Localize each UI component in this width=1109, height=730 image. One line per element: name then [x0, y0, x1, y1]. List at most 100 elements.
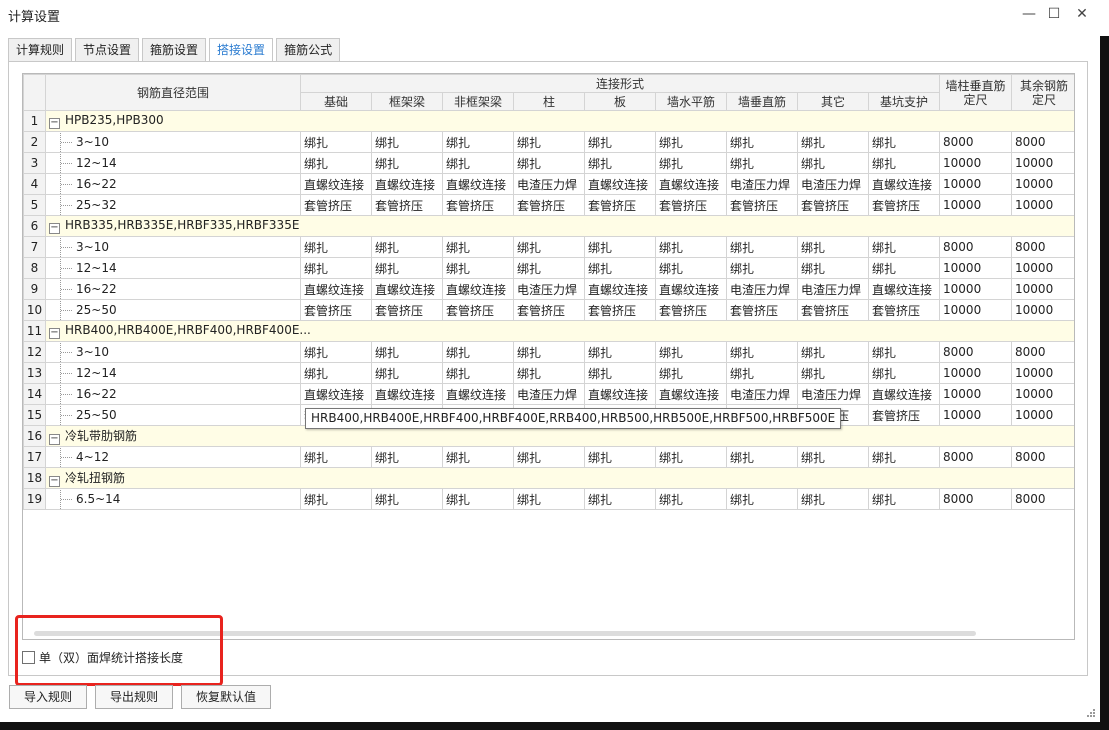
other-length-cell[interactable]: 10000 [1011, 194, 1074, 216]
table-row[interactable]: 12 3~10 绑扎 绑扎 绑扎 绑扎 绑扎 绑扎 绑扎 绑扎 绑扎 8000 8000 [23, 341, 1074, 363]
group-row[interactable]: 1− HPB235,HPB300 [23, 110, 1074, 132]
connection-cell[interactable]: 套管挤压 [867, 299, 941, 321]
connection-cell[interactable]: 绑扎 [442, 257, 514, 279]
connection-cell[interactable]: 电渣压力焊 [726, 278, 798, 300]
connection-cell[interactable]: 绑扎 [655, 488, 727, 510]
group-row[interactable]: 6− HRB335,HRB335E,HRBF335,HRBF335E [23, 215, 1074, 237]
connection-cell[interactable]: 电渣压力焊 [513, 173, 585, 195]
connection-cell[interactable]: 直螺纹连接 [867, 173, 941, 195]
connection-cell[interactable]: 绑扎 [655, 362, 727, 384]
wall-length-cell[interactable]: 8000 [939, 488, 1013, 510]
group-cell[interactable]: − HRB335,HRB335E,HRBF335,HRBF335E [44, 215, 1074, 237]
group-cell[interactable]: − HRB400,HRB400E,HRBF400,HRBF400E... [44, 320, 1074, 342]
connection-cell[interactable]: 绑扎 [867, 131, 941, 153]
close-icon[interactable]: ✕ [1071, 4, 1093, 24]
connection-cell[interactable]: 绑扎 [655, 131, 727, 153]
connection-cell[interactable]: 绑扎 [726, 152, 798, 174]
collapse-icon[interactable]: − [49, 223, 60, 234]
wall-length-cell[interactable]: 8000 [939, 131, 1013, 153]
connection-cell[interactable]: 直螺纹连接 [300, 383, 372, 405]
connection-cell[interactable]: 绑扎 [584, 236, 656, 258]
connection-cell[interactable]: 直螺纹连接 [371, 173, 443, 195]
connection-cell[interactable]: 套管挤压 [300, 194, 372, 216]
connection-cell[interactable]: 绑扎 [442, 152, 514, 174]
connection-cell[interactable]: 绑扎 [867, 257, 941, 279]
wall-length-cell[interactable]: 10000 [939, 194, 1013, 216]
connection-cell[interactable]: 绑扎 [726, 362, 798, 384]
connection-cell[interactable]: 绑扎 [513, 236, 585, 258]
connection-cell[interactable]: 直螺纹连接 [584, 383, 656, 405]
connection-cell[interactable]: 绑扎 [371, 131, 443, 153]
connection-cell[interactable]: 绑扎 [797, 257, 869, 279]
connection-cell[interactable]: 绑扎 [371, 257, 443, 279]
diameter-range-cell[interactable]: 12~14 [45, 362, 301, 384]
other-length-cell[interactable]: 10000 [1011, 362, 1074, 384]
connection-cell[interactable]: 绑扎 [867, 341, 941, 363]
connection-cell[interactable]: 绑扎 [797, 488, 869, 510]
restore-defaults-button[interactable]: 恢复默认值 [181, 685, 272, 709]
connection-cell[interactable]: 绑扎 [371, 446, 443, 468]
connection-cell[interactable]: 绑扎 [584, 488, 656, 510]
connection-cell[interactable]: 绑扎 [797, 362, 869, 384]
other-length-cell[interactable]: 10000 [1011, 257, 1074, 279]
connection-cell[interactable]: 套管挤压 [867, 404, 941, 426]
connection-cell[interactable]: 绑扎 [371, 488, 443, 510]
table-row[interactable]: 10 25~50 套管挤压 套管挤压 套管挤压 套管挤压 套管挤压 套管挤压 套管挤压 套管挤压套… [23, 299, 1074, 321]
connection-cell[interactable]: 直螺纹连接 [371, 383, 443, 405]
connection-cell[interactable]: 绑扎 [371, 362, 443, 384]
connection-cell[interactable]: 绑扎 [300, 236, 372, 258]
connection-cell[interactable]: 套管挤压 [797, 194, 869, 216]
diameter-range-cell[interactable]: 3~10 [45, 341, 301, 363]
connection-cell[interactable]: 套管挤压 [655, 194, 727, 216]
wall-length-cell[interactable]: 10000 [939, 257, 1013, 279]
diameter-range-cell[interactable]: 12~14 [45, 257, 301, 279]
other-length-cell[interactable]: 8000 [1011, 341, 1074, 363]
wall-length-cell[interactable]: 8000 [939, 236, 1013, 258]
connection-cell[interactable]: 绑扎 [442, 131, 514, 153]
other-length-cell[interactable]: 10000 [1011, 383, 1074, 405]
table-row[interactable]: 3 12~14 绑扎 绑扎 绑扎 绑扎 绑扎 绑扎 绑扎 绑扎 绑扎 10000 10000 [23, 152, 1074, 174]
diameter-range-cell[interactable]: 16~22 [45, 173, 301, 195]
table-row[interactable]: 19 6.5~14 绑扎 绑扎 绑扎 绑扎 绑扎 绑扎 绑扎 绑扎 绑扎 8000 8000 [23, 488, 1074, 510]
connection-cell[interactable]: 绑扎 [726, 446, 798, 468]
connection-cell[interactable]: 套管挤压 [584, 194, 656, 216]
connection-cell[interactable]: 绑扎 [655, 257, 727, 279]
connection-cell[interactable]: 绑扎 [442, 446, 514, 468]
connection-cell[interactable]: 直螺纹连接 [442, 383, 514, 405]
connection-cell[interactable]: 绑扎 [513, 446, 585, 468]
connection-cell[interactable]: 直螺纹连接 [371, 278, 443, 300]
group-row[interactable]: 18− 冷轧扭钢筋 [23, 467, 1074, 489]
connection-cell[interactable]: 绑扎 [513, 257, 585, 279]
table-row[interactable]: 14 16~22 直螺纹连接 直螺纹连接 直螺纹连接 电渣压力焊 直螺纹连接 直螺纹连接 电渣压… [23, 383, 1074, 405]
export-rules-button[interactable]: 导出规则 [95, 685, 174, 709]
connection-cell[interactable]: 套管挤压 [371, 194, 443, 216]
collapse-icon[interactable]: − [49, 118, 60, 129]
connection-cell[interactable]: 电渣压力焊 [797, 383, 869, 405]
connection-cell[interactable]: 绑扎 [655, 341, 727, 363]
other-length-cell[interactable]: 8000 [1011, 236, 1074, 258]
import-rules-button[interactable]: 导入规则 [9, 685, 88, 709]
connection-cell[interactable]: 绑扎 [584, 152, 656, 174]
connection-cell[interactable]: 绑扎 [442, 341, 514, 363]
connection-cell[interactable]: 直螺纹连接 [867, 383, 941, 405]
table-row[interactable]: 13 12~14 绑扎 绑扎 绑扎 绑扎 绑扎 绑扎 绑扎 绑扎 绑扎 10000 10000 [23, 362, 1074, 384]
wall-length-cell[interactable]: 10000 [939, 362, 1013, 384]
other-length-cell[interactable]: 10000 [1011, 152, 1074, 174]
connection-cell[interactable]: 绑扎 [655, 236, 727, 258]
diameter-range-cell[interactable]: 25~50 [45, 299, 301, 321]
other-length-cell[interactable]: 10000 [1011, 404, 1074, 426]
tab-1[interactable]: 节点设置 [75, 38, 140, 61]
connection-cell[interactable]: 绑扎 [797, 131, 869, 153]
other-length-cell[interactable]: 10000 [1011, 299, 1074, 321]
connection-cell[interactable]: 绑扎 [300, 488, 372, 510]
connection-cell[interactable]: 套管挤压 [797, 299, 869, 321]
group-row[interactable]: 11− HRB400,HRB400E,HRBF400,HRBF400E... [23, 320, 1074, 342]
table-row[interactable]: 17 4~12 绑扎 绑扎 绑扎 绑扎 绑扎 绑扎 绑扎 绑扎 绑扎 8000 8000 [23, 446, 1074, 468]
collapse-icon[interactable]: − [49, 476, 60, 487]
diameter-range-cell[interactable]: 4~12 [45, 446, 301, 468]
connection-cell[interactable]: 套管挤压 [655, 299, 727, 321]
wall-length-cell[interactable]: 8000 [939, 446, 1013, 468]
connection-cell[interactable]: 绑扎 [513, 488, 585, 510]
connection-cell[interactable]: 绑扎 [371, 152, 443, 174]
table-row[interactable]: 7 3~10 绑扎 绑扎 绑扎 绑扎 绑扎 绑扎 绑扎 绑扎 绑扎 8000 8000 [23, 236, 1074, 258]
